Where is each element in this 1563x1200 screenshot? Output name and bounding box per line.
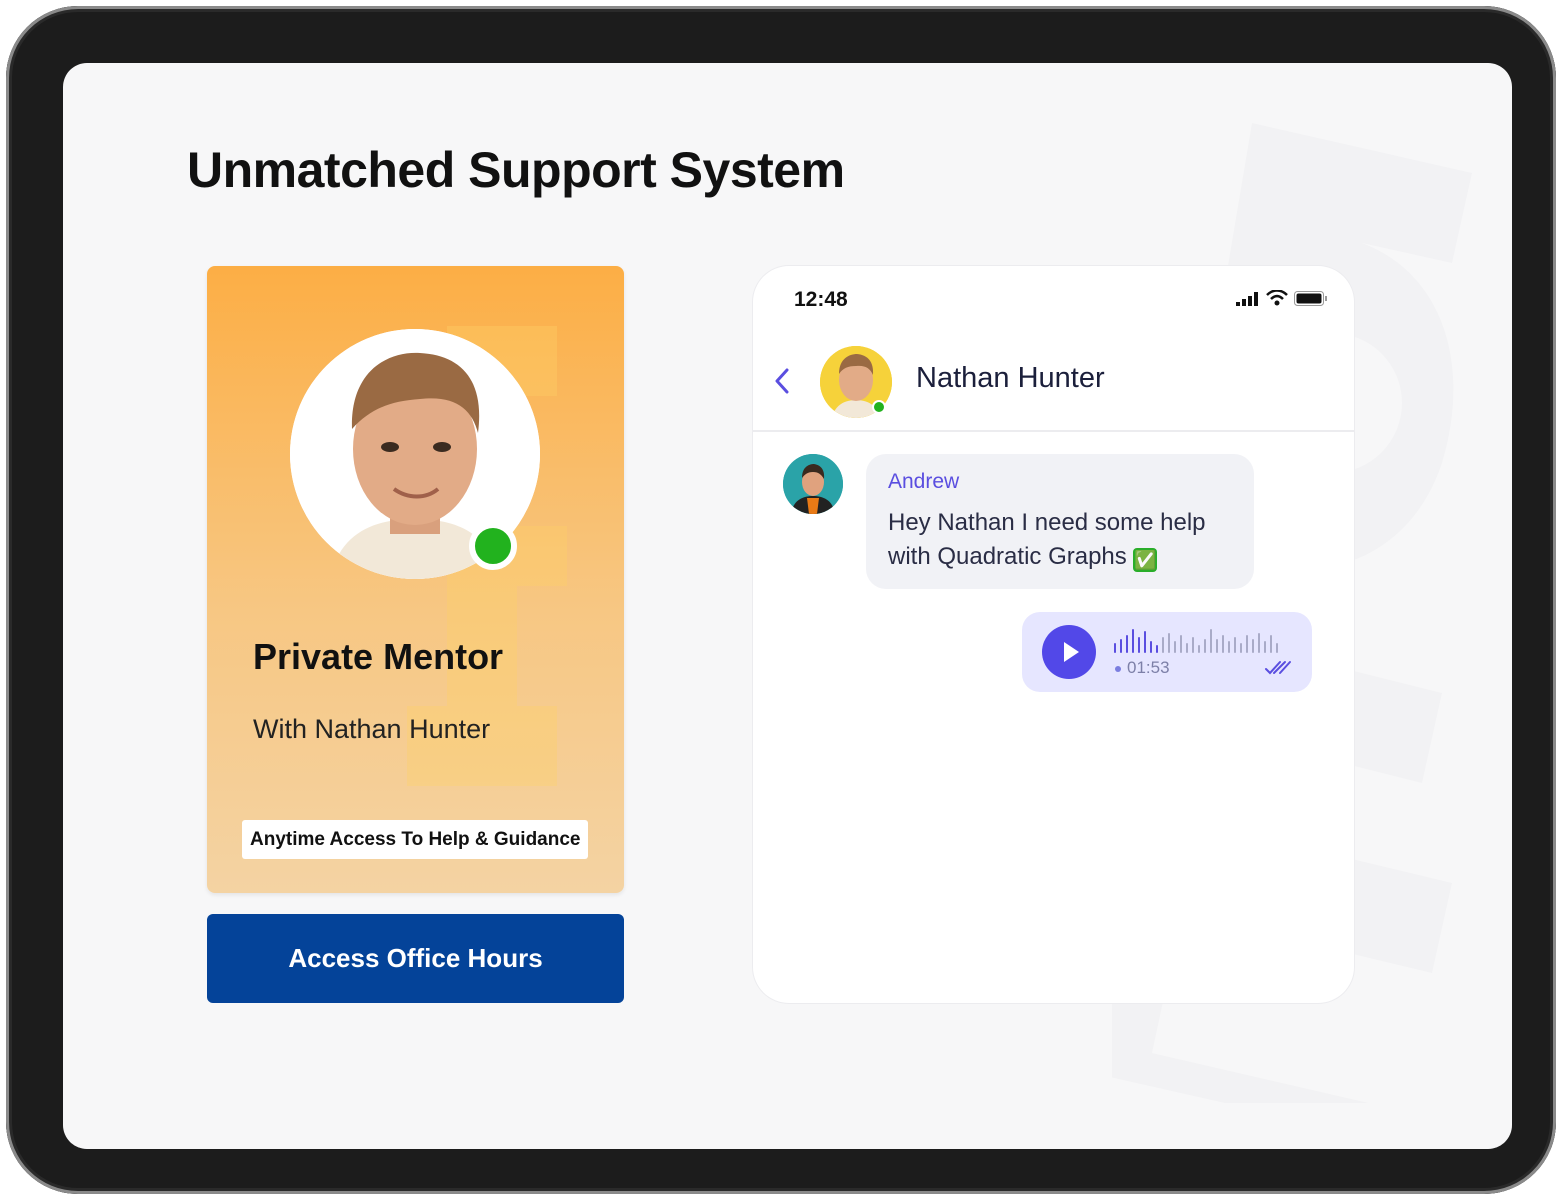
message-bubble: Andrew Hey Nathan I need some help with … xyxy=(866,454,1254,589)
online-status-indicator xyxy=(469,522,517,570)
wifi-icon xyxy=(1266,290,1288,306)
mentor-card: Private Mentor With Nathan Hunter Anytim… xyxy=(207,266,624,893)
battery-icon xyxy=(1294,291,1327,306)
access-office-hours-button[interactable]: Access Office Hours xyxy=(207,914,624,1003)
back-chevron-icon[interactable] xyxy=(771,366,795,396)
mentor-title: Private Mentor xyxy=(253,636,504,677)
playback-dot xyxy=(1115,666,1121,672)
audio-waveform xyxy=(1114,629,1278,653)
chat-header: Nathan Hunter xyxy=(753,328,1354,432)
play-icon xyxy=(1064,642,1079,662)
check-mark-emoji: ✅ xyxy=(1133,548,1158,572)
page-title: Unmatched Support System xyxy=(187,142,845,198)
mentor-subtitle: With Nathan Hunter xyxy=(253,714,491,744)
message-body: Hey Nathan I need some help with Quadrat… xyxy=(888,509,1206,570)
message-text: Hey Nathan I need some help with Quadrat… xyxy=(888,506,1248,574)
cellular-signal-icon xyxy=(1236,292,1258,306)
phone-mockup: 12:48 Nathan Hunter Andrew Hey Nathan I … xyxy=(753,266,1354,1003)
sender-avatar[interactable] xyxy=(783,454,843,514)
play-button[interactable] xyxy=(1042,625,1096,679)
voice-message: 01:53 xyxy=(1022,612,1312,692)
tablet-frame: Unmatched Support System Private Mentor … xyxy=(6,6,1556,1194)
double-check-icon xyxy=(1265,661,1291,675)
message-sender: Andrew xyxy=(888,470,960,493)
screen: Unmatched Support System Private Mentor … xyxy=(63,63,1512,1149)
voice-duration: 01:53 xyxy=(1127,658,1170,677)
contact-online-indicator xyxy=(872,400,886,414)
status-bar-time: 12:48 xyxy=(794,288,848,311)
status-bar-icons xyxy=(1236,290,1328,306)
contact-name: Nathan Hunter xyxy=(916,362,1105,394)
access-badge: Anytime Access To Help & Guidance xyxy=(242,820,589,859)
